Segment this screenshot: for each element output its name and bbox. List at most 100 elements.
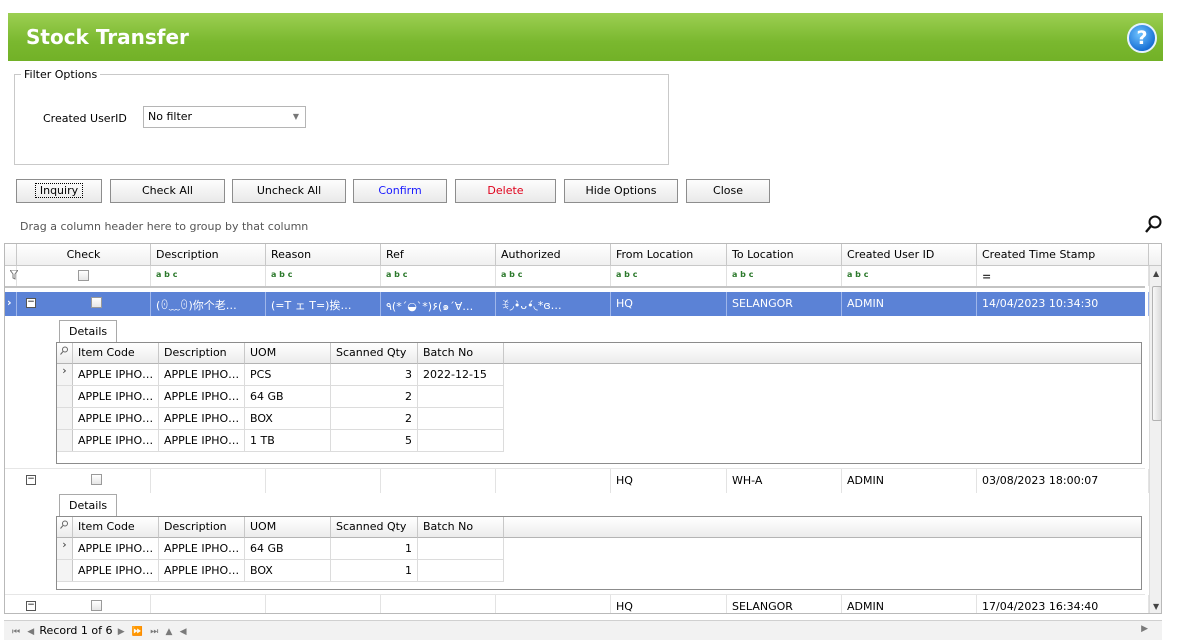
prev-page-icon[interactable]: ◀ [27,627,34,637]
detail-uom: 1 TB [245,430,331,451]
stock-transfer-grid: Check Description Reason Ref Authorized … [4,243,1162,614]
column-header-created-time-stamp[interactable]: Created Time Stamp [977,244,1149,266]
list-item[interactable]: APPLE IPHO… APPLE IPHO… 1 TB 5 [57,430,504,452]
column-header-to-location[interactable]: To Location [727,244,842,266]
scroll-left-icon[interactable]: ◀ [180,627,187,637]
list-item[interactable]: › APPLE IPHO… APPLE IPHO… 64 GB 1 [57,538,504,560]
list-item[interactable]: › APPLE IPHO… APPLE IPHO… PCS 3 2022-12-… [57,364,504,386]
created-userid-label: Created UserID [43,112,127,125]
detail-header-scanned-qty[interactable]: Scanned Qty [331,517,418,538]
detail-description: APPLE IPHO… [159,408,245,429]
detail-batch-no [418,386,504,407]
first-record-icon[interactable]: ⏮ [12,627,20,637]
column-header-check[interactable]: Check [17,244,151,266]
cell-created-user-id: ADMIN [842,469,977,493]
hide-options-button[interactable]: Hide Options [564,179,678,203]
row-indicator [57,408,73,429]
detail-search-icon[interactable] [57,343,73,364]
row-checkbox[interactable] [42,595,151,613]
detail-description: APPLE IPHO… [159,430,245,451]
filter-icon[interactable] [5,266,19,286]
cell-ref [381,469,496,493]
detail-header-item-code[interactable]: Item Code [73,343,159,364]
collapse-icon[interactable]: − [26,298,36,308]
scrollbar-thumb[interactable] [1152,286,1161,421]
cell-reason [266,469,381,493]
cell-reason: (=T ェ T=)挨… [266,292,381,316]
collapse-icon[interactable]: − [26,601,36,611]
row-checkbox[interactable] [42,469,151,493]
table-row[interactable]: − HQ SELANGOR ADMIN 17/04/2023 16:34:40 [5,594,1149,613]
filter-ref[interactable]: a b c [381,266,496,286]
column-header-created-user-id[interactable]: Created User ID [842,244,977,266]
detail-header-batch-no[interactable]: Batch No [418,517,504,538]
detail-header-uom[interactable]: UOM [245,343,331,364]
table-row[interactable]: › − (ꏿ﹏ꏿ)你个老… (=T ェ T=)挨… ٩(*´◒`*)۶(๑´∀…… [5,292,1149,316]
filter-authorized[interactable]: a b c [496,266,611,286]
created-userid-dropdown[interactable]: No filter ▼ [143,106,306,128]
detail-header-item-code[interactable]: Item Code [73,517,159,538]
detail-header-batch-no[interactable]: Batch No [418,343,504,364]
cell-ref: ٩(*´◒`*)۶(๑´∀… [381,292,496,316]
last-record-icon[interactable]: ⏭ [150,627,158,637]
detail-scanned-qty: 5 [331,430,418,451]
filter-description[interactable]: a b c [151,266,266,286]
cell-created-user-id: ADMIN [842,292,977,316]
append-icon[interactable]: ▲ [166,627,173,637]
next-page-icon[interactable]: ⏩ [132,627,143,637]
vertical-scrollbar[interactable]: ▲ ▼ [1149,266,1161,613]
cell-ref [381,595,496,613]
row-indicator-icon: › [57,538,73,559]
scroll-down-icon[interactable]: ▼ [1153,602,1159,611]
cell-description [151,469,266,493]
column-header-from-location[interactable]: From Location [611,244,727,266]
detail-search-icon[interactable] [57,517,73,538]
uncheck-all-button[interactable]: Uncheck All [232,179,346,203]
list-item[interactable]: APPLE IPHO… APPLE IPHO… 64 GB 2 [57,386,504,408]
filter-created-time-stamp[interactable]: = [977,266,1149,286]
filter-check[interactable] [17,266,151,286]
confirm-button[interactable]: Confirm [353,179,447,203]
tab-details[interactable]: Details [59,320,118,342]
table-row[interactable]: − HQ WH-A ADMIN 03/08/2023 18:00:07 [5,468,1149,493]
detail-scanned-qty: 2 [331,408,418,429]
detail-header-scanned-qty[interactable]: Scanned Qty [331,343,418,364]
column-header-authorized[interactable]: Authorized [496,244,611,266]
row-indicator-icon: › [57,364,73,385]
detail-header-description[interactable]: Description [159,343,245,364]
help-icon[interactable]: ? [1127,23,1157,53]
detail-uom: BOX [245,560,331,581]
collapse-icon[interactable]: − [26,475,36,485]
cell-to-location: SELANGOR [727,292,842,316]
tab-details[interactable]: Details [59,494,118,516]
detail-item-code: APPLE IPHO… [73,386,159,407]
delete-button[interactable]: Delete [455,179,556,203]
cell-to-location: SELANGOR [727,595,842,613]
filter-created-user-id[interactable]: a b c [842,266,977,286]
check-all-button[interactable]: Check All [110,179,225,203]
filter-to-location[interactable]: a b c [727,266,842,286]
column-header-reason[interactable]: Reason [266,244,381,266]
detail-description: APPLE IPHO… [159,386,245,407]
detail-header-description[interactable]: Description [159,517,245,538]
cell-to-location: WH-A [727,469,842,493]
next-record-icon[interactable]: ▶ [118,627,125,637]
inquiry-button[interactable]: Inquiry [16,179,102,203]
list-item[interactable]: APPLE IPHO… APPLE IPHO… BOX 2 [57,408,504,430]
detail-uom: BOX [245,408,331,429]
column-header-description[interactable]: Description [151,244,266,266]
detail-batch-no: 2022-12-15 [418,364,504,385]
search-icon[interactable] [1144,214,1164,234]
scroll-up-icon[interactable]: ▲ [1153,269,1159,278]
column-header-ref[interactable]: Ref [381,244,496,266]
header-filler [1149,244,1161,266]
filter-from-location[interactable]: a b c [611,266,727,286]
scroll-right-icon[interactable]: ▶ [1141,624,1148,634]
list-item[interactable]: APPLE IPHO… APPLE IPHO… BOX 1 [57,560,504,582]
cell-authorized [496,469,611,493]
detail-header-uom[interactable]: UOM [245,517,331,538]
cell-created-time-stamp: 03/08/2023 18:00:07 [977,469,1149,493]
row-checkbox[interactable] [42,292,151,316]
close-button[interactable]: Close [686,179,770,203]
filter-reason[interactable]: a b c [266,266,381,286]
